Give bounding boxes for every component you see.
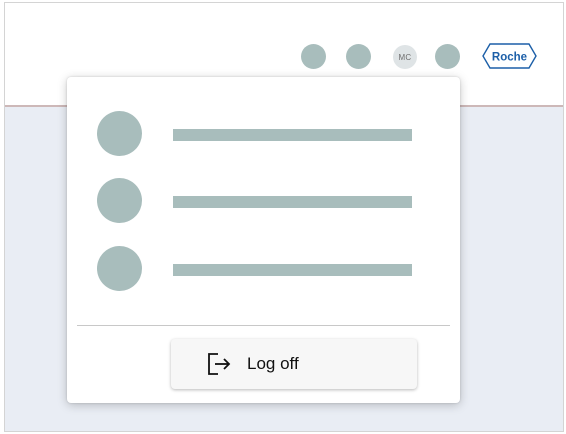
menu-item-1[interactable] [67,109,460,159]
header-icon-1[interactable] [301,44,326,69]
log-off-label: Log off [247,354,299,373]
menu-item-icon [97,246,142,291]
log-off-button[interactable]: Log off [171,339,417,389]
menu-item-3[interactable] [67,244,460,294]
menu-item-icon [97,178,142,223]
menu-item-label-placeholder [173,264,412,276]
menu-item-icon [97,111,142,156]
logout-icon [208,353,231,375]
app-window: MC Roche Log off [4,2,564,432]
header-icon-3[interactable] [435,44,460,69]
menu-item-label-placeholder [173,129,412,141]
logo-text: Roche [492,52,527,64]
user-menu-dropdown: Log off [67,77,460,403]
header-icon-2[interactable] [346,44,371,69]
menu-item-label-placeholder [173,196,412,208]
user-avatar[interactable]: MC [393,45,417,69]
user-initials: MC [398,52,412,62]
menu-divider [77,325,450,326]
menu-item-2[interactable] [67,176,460,226]
roche-logo: Roche [482,43,537,69]
